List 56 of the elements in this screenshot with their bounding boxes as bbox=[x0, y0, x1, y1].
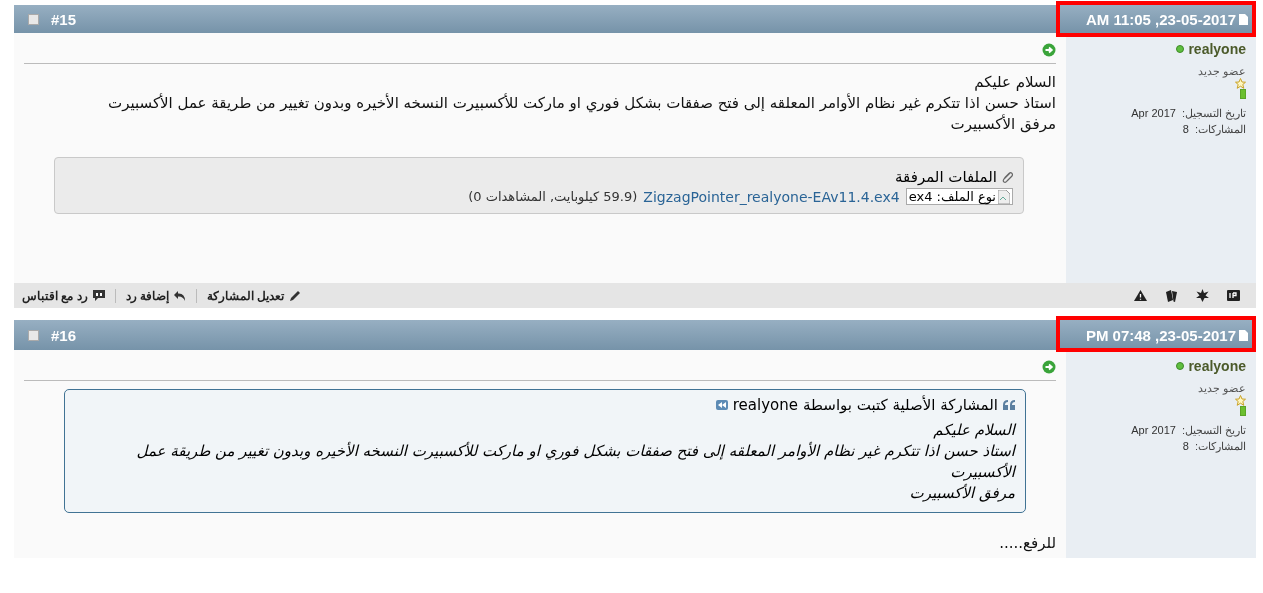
quote-text: استاذ حسن اذا تتكرم غير نظام الأوامر المعلقه إلى فتح صفقات بشكل فوري او ماركت للأكسبيرت النسخه الأخيره وبدون تغيير من طريقة عمل الأكسبيرت bbox=[135, 441, 1015, 483]
quote-text: السلام عليكم bbox=[932, 420, 1015, 441]
post-action-link[interactable]: رد مع اقتباس bbox=[22, 288, 105, 303]
quote-text: مرفق الأكسبيرت bbox=[908, 483, 1015, 504]
arrow-circle-icon bbox=[1042, 43, 1056, 57]
pencil-icon bbox=[288, 289, 302, 302]
file-type-label: نوع الملف: ex4 bbox=[908, 189, 996, 204]
reputation-bar-icon bbox=[1240, 406, 1246, 416]
stat-label: تاريخ التسجيل: bbox=[1181, 107, 1246, 120]
reply-arrow-icon bbox=[173, 289, 186, 302]
page-icon bbox=[1239, 13, 1248, 25]
tool-button[interactable] bbox=[1227, 289, 1240, 302]
post-action-link[interactable]: تعديل المشاركة bbox=[207, 288, 302, 303]
cards-icon bbox=[1165, 289, 1178, 302]
stat-label: المشاركات: bbox=[1194, 440, 1246, 453]
attachments-title: الملفات المرفقة bbox=[895, 168, 997, 186]
message-text: مرفق الأكسبيرت bbox=[949, 114, 1056, 135]
stat-label: المشاركات: bbox=[1194, 123, 1246, 136]
message-text: استاذ حسن اذا تتكرم غير نظام الأوامر المعلقه إلى فتح صفقات بشكل فوري او ماركت للأكسبيرت النسخه الأخيره وبدون تغيير من طريقة عمل الأكسبيرت bbox=[107, 93, 1056, 114]
select-checkbox[interactable] bbox=[28, 329, 39, 341]
post-date: 23-05-2017, 07:48 PM bbox=[1085, 326, 1248, 344]
tool-button[interactable] bbox=[1196, 289, 1209, 302]
stat-label: تاريخ التسجيل: bbox=[1181, 424, 1246, 437]
broken-image-icon bbox=[998, 189, 1010, 204]
stat-value: Apr 2017 bbox=[1131, 424, 1176, 437]
page-icon bbox=[1239, 329, 1248, 341]
post-action-link[interactable]: إضافة رد bbox=[125, 288, 186, 303]
post-date: 23-05-2017, 11:05 AM bbox=[1085, 10, 1248, 28]
file-link[interactable]: ZigzagPointer_realyone-EAv11.4.ex4 bbox=[643, 188, 900, 205]
star-icon bbox=[1235, 395, 1246, 406]
starburst-icon bbox=[1196, 289, 1209, 302]
user-title: عضو جديد bbox=[1196, 382, 1246, 395]
stat-value: Apr 2017 bbox=[1131, 107, 1176, 120]
ip-icon bbox=[1227, 289, 1240, 302]
speech-bubble-icon bbox=[91, 289, 105, 302]
tool-button[interactable] bbox=[1134, 289, 1147, 302]
message-text: للرفع..... bbox=[998, 533, 1056, 554]
tool-button[interactable] bbox=[1165, 289, 1178, 302]
file-info: (59.9 كيلوبايت, المشاهدات 0) bbox=[468, 189, 638, 204]
stat-value: 8 bbox=[1182, 440, 1189, 453]
arrow-circle-icon bbox=[1042, 360, 1056, 374]
reputation-bar-icon bbox=[1240, 89, 1246, 99]
user-title: عضو جديد bbox=[1196, 65, 1246, 78]
quote-heading: المشاركة الأصلية كتبت بواسطة bbox=[803, 396, 998, 414]
paperclip-icon bbox=[1001, 171, 1013, 183]
warning-icon bbox=[1134, 289, 1147, 302]
quote-author: realyone bbox=[732, 396, 798, 414]
message-text: السلام عليكم bbox=[973, 72, 1056, 93]
double-arrow-icon bbox=[717, 402, 726, 408]
username-link[interactable]: realyone bbox=[1188, 41, 1246, 57]
view-post-button[interactable] bbox=[715, 400, 728, 410]
select-checkbox[interactable] bbox=[28, 13, 39, 25]
username-link[interactable]: realyone bbox=[1188, 358, 1246, 374]
quote-marks-icon bbox=[1003, 400, 1015, 410]
stat-value: 8 bbox=[1182, 123, 1189, 136]
star-icon bbox=[1235, 78, 1246, 89]
